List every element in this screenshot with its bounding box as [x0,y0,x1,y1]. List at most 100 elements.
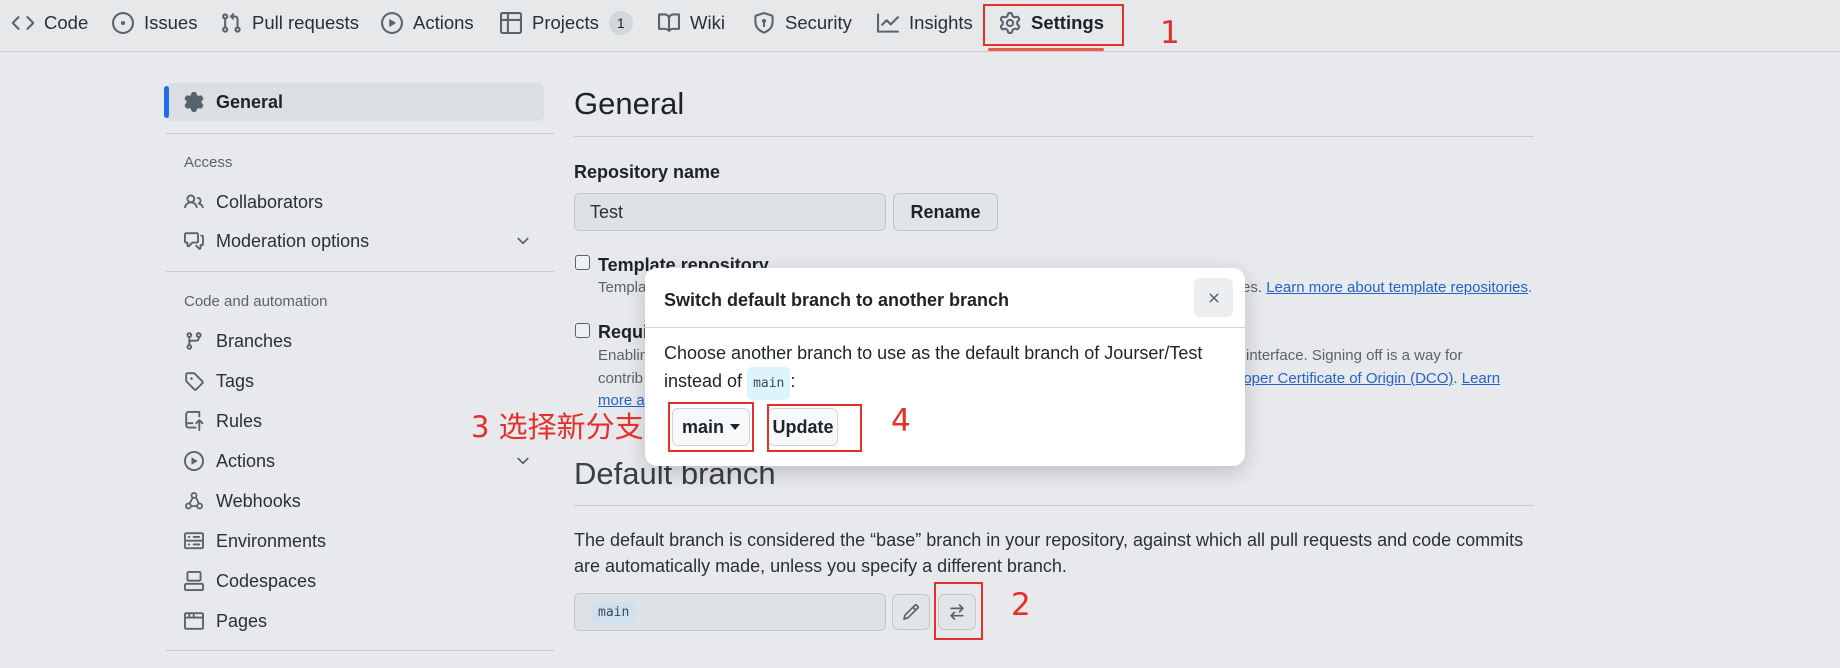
template-learn-link[interactable]: Learn more about template repositories [1266,279,1528,296]
tab-label: Pull requests [252,12,359,33]
sidebar-item-label: Moderation options [216,230,370,251]
annotation-box-branch-select [668,402,754,452]
page-title: General [574,86,685,121]
signoff-label: Requi [598,322,649,342]
sidebar-item-moderation-options[interactable]: Moderation options [166,222,544,260]
book-icon [658,13,680,32]
dialog-title: Switch default branch to another branch [664,290,1010,310]
sidebar-divider [166,133,554,134]
annotation-box-switch [934,582,983,640]
sidebar-item-label: Codespaces [216,570,317,591]
dialog-body-end: : [790,371,796,391]
branch-chip: main [592,601,636,623]
template-desc-end: es. Learn more about template repositori… [1242,279,1533,296]
sidebar-item-label: Pages [216,610,268,631]
dialog-body-text: Choose another branch to use as the defa… [664,343,1203,391]
tab-insights[interactable]: Insights [877,0,973,46]
tab-label: Projects [532,12,599,33]
signoff-desc-1-end: interface. Signing off is a way for [1246,347,1463,364]
learn-more-link[interactable]: more a [598,392,645,409]
sidebar-item-tags[interactable]: Tags [166,362,544,400]
webhook-icon [185,492,203,510]
sidebar-item-label: Tags [216,370,255,391]
code-icon [12,16,34,30]
tab-label: Actions [413,12,474,33]
sidebar-item-label: Actions [216,450,276,471]
dialog-divider [645,327,1245,328]
sidebar-item-label: Environments [216,530,327,551]
dco-link[interactable]: loper Certificate of Origin (DCO) [1240,370,1453,387]
comment-discussion-icon [184,232,204,250]
annotation-step-2: 2 [1011,587,1031,623]
tab-code[interactable]: Code [12,0,88,46]
git-branch-icon [186,332,202,350]
annotation-box-update [767,404,862,452]
sidebar-item-general[interactable]: General [166,83,544,121]
shield-icon [754,12,774,34]
close-icon [1209,292,1219,303]
sidebar-item-environments[interactable]: Environments [166,522,544,560]
selected-tab-underline [988,48,1104,51]
signoff-desc-2-end: loper Certificate of Origin (DCO). Learn [1240,370,1501,387]
signoff-desc-2: contrib [598,370,644,387]
sidebar-heading-code-automation: Code and automation [184,293,328,310]
pull-request-icon [222,12,241,33]
tab-label: Insights [909,12,973,33]
sidebar-divider [166,650,554,651]
tab-label: Wiki [690,12,725,33]
template-checkbox[interactable] [575,255,590,270]
tab-pull-requests[interactable]: Pull requests [220,0,359,46]
sidebar-item-webhooks[interactable]: Webhooks [166,482,544,520]
current-branch-chip: main [747,367,791,400]
dialog-body: Choose another branch to use as the defa… [664,340,1224,400]
template-desc: Templa [598,279,647,296]
tab-security[interactable]: Security [753,0,852,46]
rename-button[interactable]: Rename [893,193,998,231]
signoff-checkbox[interactable] [575,323,590,338]
default-branch-field: main [574,593,886,631]
sidebar-item-pages[interactable]: Pages [166,602,544,640]
table-icon [500,12,522,34]
sidebar-item-collaborators[interactable]: Collaborators [166,183,544,221]
play-icon [381,12,403,34]
default-branch-desc: The default branch is considered the “ba… [574,530,1524,576]
tab-label: Security [785,12,852,33]
tab-projects[interactable]: Projects 1 [500,0,633,46]
pencil-icon [903,604,919,620]
sidebar-item-label: Branches [216,330,293,351]
annotation-step-3: 3 选择新分支 [471,410,644,444]
rename-branch-button[interactable] [892,594,930,630]
issue-icon [112,12,134,34]
chevron-down-icon [517,237,529,245]
sidebar-divider [166,271,554,272]
repo-name-input[interactable]: Test [574,193,886,231]
graph-icon [877,13,899,33]
sidebar-item-label: Rules [216,410,263,431]
tab-label: Code [44,12,89,33]
sidebar-item-label: Collaborators [216,191,324,212]
sidebar-heading-access: Access [184,154,233,171]
tab-label: Issues [144,12,198,33]
signoff-desc-1: Enablin [598,347,649,364]
tab-issues[interactable]: Issues [112,0,197,46]
gear-icon [184,92,204,112]
codespaces-icon [184,571,204,591]
people-icon [184,194,204,209]
repo-name-label: Repository name [574,162,721,182]
sidebar-item-label: General [216,91,284,112]
sidebar-item-branches[interactable]: Branches [166,322,544,360]
tab-wiki[interactable]: Wiki [658,0,725,46]
sidebar-item-codespaces[interactable]: Codespaces [166,562,544,600]
tab-actions[interactable]: Actions [381,0,474,46]
tag-icon [185,372,204,391]
section-divider [574,136,1534,137]
dialog-close-button[interactable] [1194,278,1233,317]
browser-icon [184,612,204,630]
annotation-step-1: 1 [1160,15,1180,51]
active-indicator [164,86,169,118]
annotation-box-settings [983,4,1124,46]
play-icon [184,451,204,471]
sidebar-item-label: Webhooks [216,490,301,511]
learn-link[interactable]: Learn [1462,370,1500,387]
sidebar-item-actions[interactable]: Actions [166,442,544,480]
